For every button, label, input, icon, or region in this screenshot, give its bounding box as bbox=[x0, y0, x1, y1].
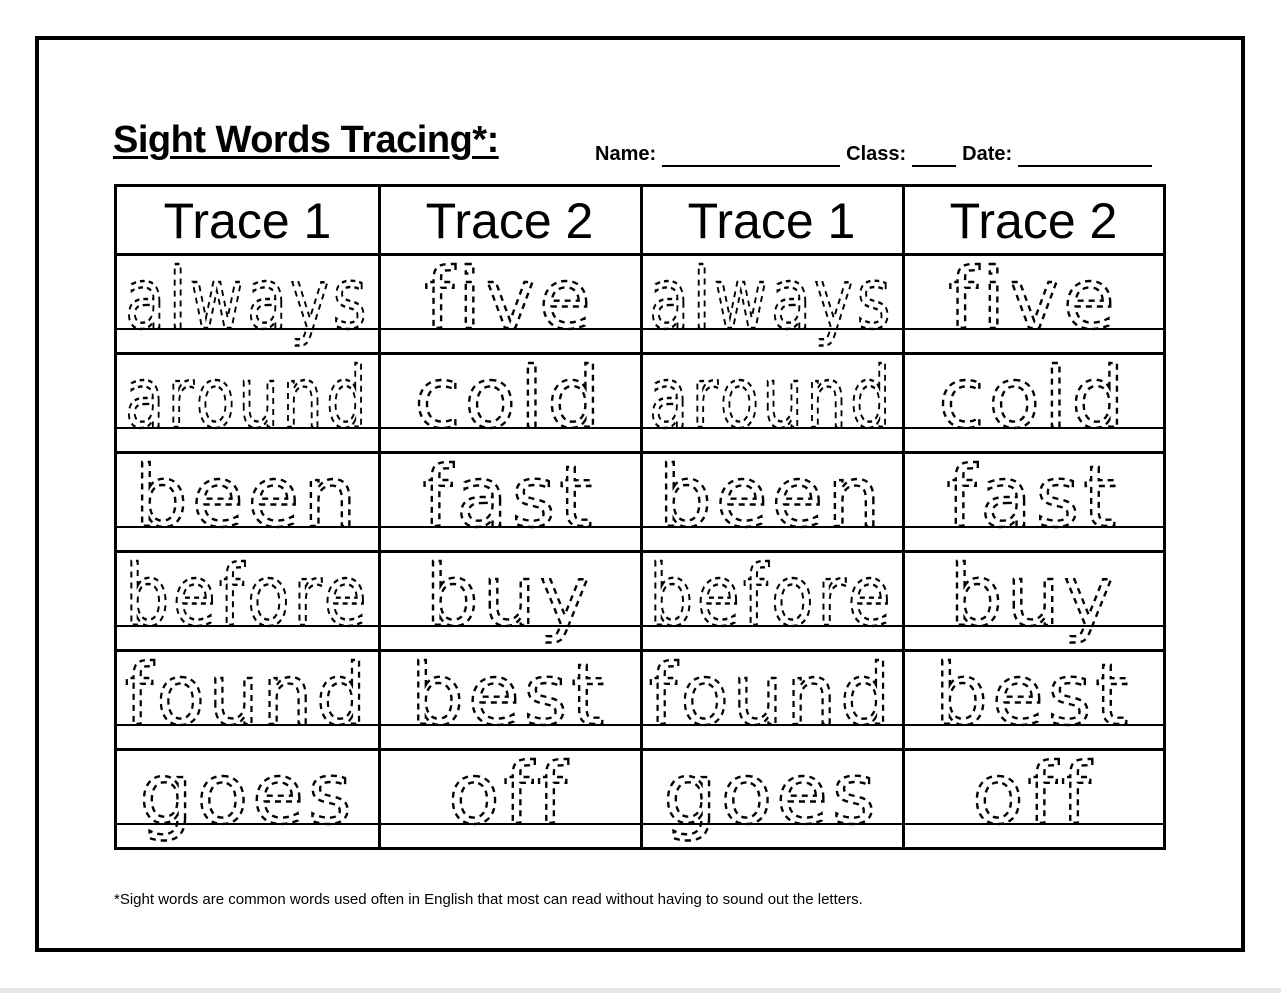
trace-word: around bbox=[649, 349, 894, 447]
trace-word: fast bbox=[947, 448, 1121, 546]
header-divider bbox=[117, 253, 1163, 256]
trace-word: fast bbox=[423, 448, 597, 546]
row-divider bbox=[117, 550, 1163, 553]
class-label: Class: bbox=[846, 143, 907, 165]
trace-word: found bbox=[649, 646, 894, 744]
trace-word: cold bbox=[414, 349, 604, 447]
trace-word: five bbox=[424, 250, 594, 348]
date-label: Date: bbox=[962, 143, 1013, 165]
trace-word: been bbox=[659, 448, 885, 546]
trace-word: goes bbox=[663, 745, 879, 843]
writing-baseline bbox=[117, 328, 1163, 330]
class-blank[interactable] bbox=[912, 145, 957, 167]
name-blank[interactable] bbox=[662, 145, 841, 167]
footnote: *Sight words are common words used often… bbox=[114, 891, 863, 908]
writing-baseline bbox=[117, 724, 1163, 726]
writing-baseline bbox=[117, 823, 1163, 825]
trace-word: five bbox=[948, 250, 1118, 348]
trace-word: off bbox=[448, 745, 571, 843]
trace-word: always bbox=[649, 250, 894, 348]
row-divider bbox=[117, 748, 1163, 751]
trace-word: cold bbox=[938, 349, 1128, 447]
page-bottom-edge bbox=[0, 988, 1281, 993]
trace-word: around bbox=[125, 349, 370, 447]
trace-word: found bbox=[125, 646, 370, 744]
writing-baseline bbox=[117, 625, 1163, 627]
trace-word: before bbox=[125, 547, 370, 645]
name-label: Name: bbox=[595, 143, 657, 165]
writing-baseline bbox=[117, 427, 1163, 429]
date-blank[interactable] bbox=[1018, 145, 1153, 167]
trace-word: best bbox=[411, 646, 609, 744]
row-divider bbox=[117, 649, 1163, 652]
trace-word: best bbox=[935, 646, 1133, 744]
tracing-table: Trace 1 Trace 2 Trace 1 Trace 2 always fi… bbox=[114, 184, 1166, 850]
trace-word: off bbox=[972, 745, 1095, 843]
trace-word: before bbox=[649, 547, 894, 645]
trace-word: buy bbox=[949, 547, 1117, 645]
student-info-line: Name: Class: Date: bbox=[595, 141, 1158, 167]
row-divider bbox=[117, 352, 1163, 355]
trace-word: been bbox=[135, 448, 361, 546]
row-divider bbox=[117, 451, 1163, 454]
trace-word: goes bbox=[139, 745, 355, 843]
trace-word: buy bbox=[425, 547, 593, 645]
writing-baseline bbox=[117, 526, 1163, 528]
worksheet-title: Sight Words Tracing*: bbox=[113, 119, 499, 161]
trace-word: always bbox=[125, 250, 370, 348]
